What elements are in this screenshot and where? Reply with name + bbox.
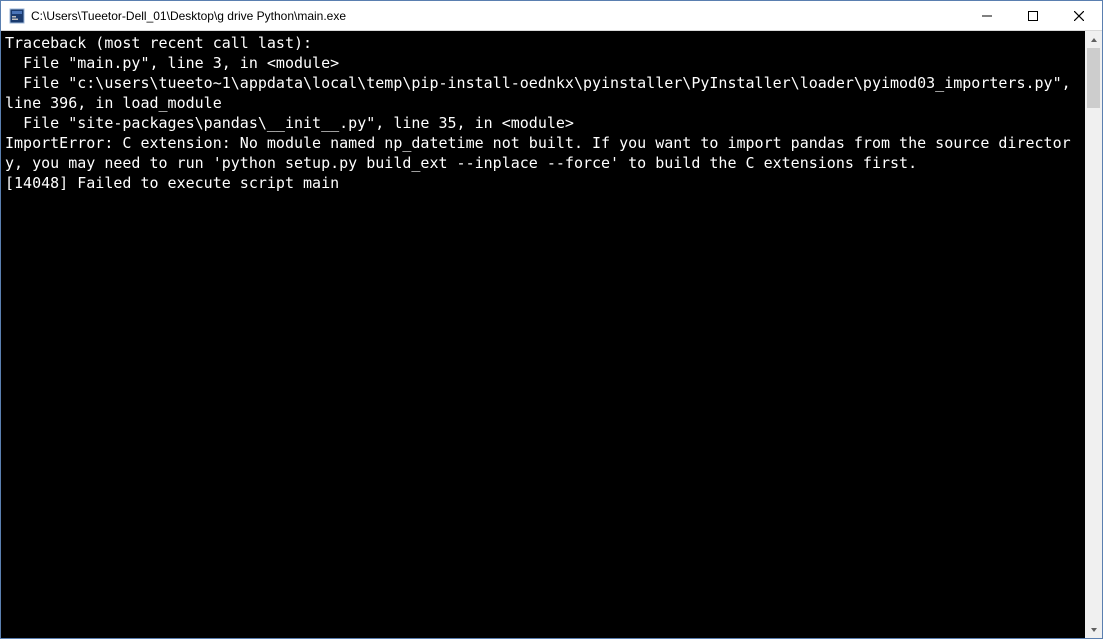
scroll-up-button[interactable] <box>1085 31 1102 48</box>
vertical-scrollbar[interactable] <box>1085 31 1102 638</box>
window-controls <box>964 1 1102 30</box>
scroll-thumb[interactable] <box>1087 48 1100 108</box>
scroll-down-button[interactable] <box>1085 621 1102 638</box>
scroll-track[interactable] <box>1085 48 1102 621</box>
maximize-button[interactable] <box>1010 1 1056 30</box>
window-title: C:\Users\Tueetor-Dell_01\Desktop\g drive… <box>31 9 964 23</box>
app-window: C:\Users\Tueetor-Dell_01\Desktop\g drive… <box>0 0 1103 639</box>
console-area: Traceback (most recent call last): File … <box>1 31 1102 638</box>
console-output[interactable]: Traceback (most recent call last): File … <box>1 31 1085 638</box>
close-button[interactable] <box>1056 1 1102 30</box>
title-bar[interactable]: C:\Users\Tueetor-Dell_01\Desktop\g drive… <box>1 1 1102 31</box>
minimize-button[interactable] <box>964 1 1010 30</box>
app-icon <box>9 8 25 24</box>
